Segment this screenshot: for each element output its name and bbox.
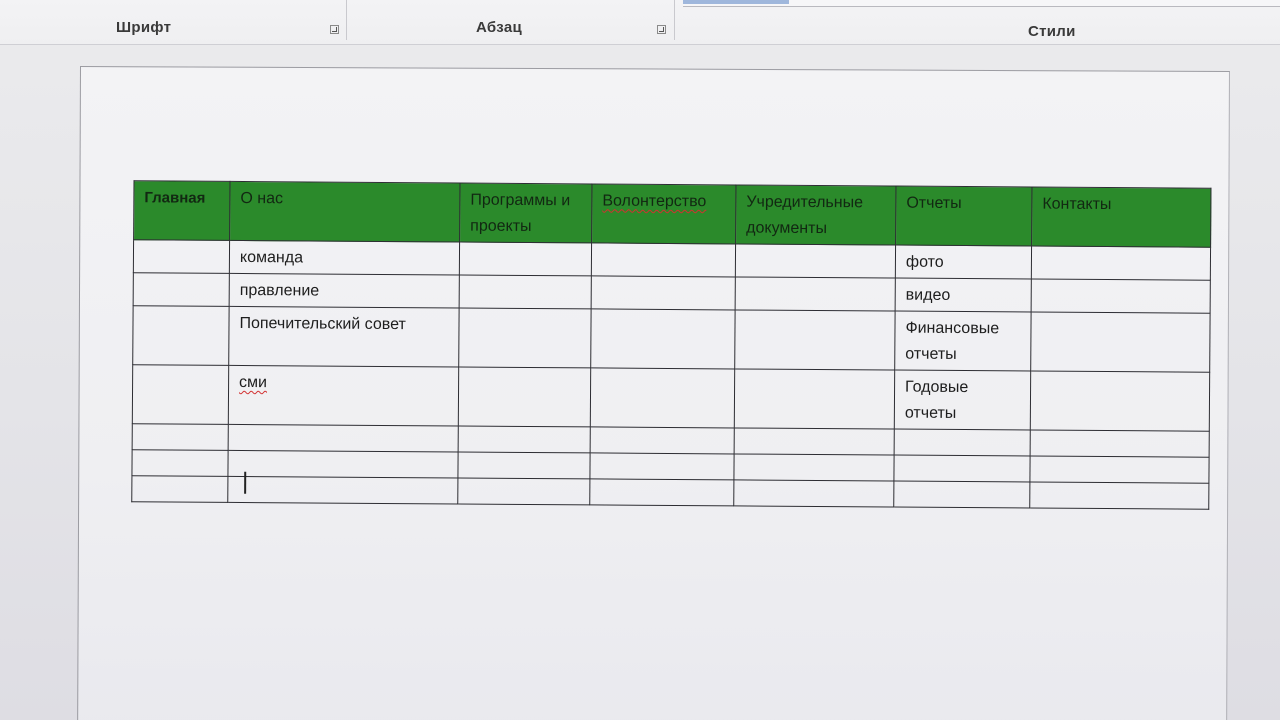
document-table[interactable]: Главная О нас Программы и проекты Волонт… bbox=[131, 180, 1211, 510]
document-page[interactable]: Главная О нас Программы и проекты Волонт… bbox=[77, 66, 1230, 720]
table-cell[interactable]: Попечительский совет bbox=[228, 306, 460, 368]
table-cell[interactable] bbox=[735, 276, 896, 312]
ribbon-group-paragraph-label: Абзац bbox=[476, 19, 523, 36]
table-cell[interactable] bbox=[1029, 456, 1210, 484]
table-cell[interactable] bbox=[132, 305, 230, 366]
table-cell[interactable]: Финансовые отчеты bbox=[894, 311, 1032, 372]
table-cell[interactable] bbox=[734, 368, 895, 430]
font-dialog-launcher-icon[interactable] bbox=[330, 25, 339, 34]
table-cell[interactable] bbox=[1031, 279, 1211, 314]
table-cell[interactable] bbox=[735, 243, 896, 279]
table-cell[interactable] bbox=[132, 364, 229, 425]
table-cell[interactable] bbox=[1031, 246, 1211, 281]
ribbon-group-styles-label: Стили bbox=[1028, 23, 1076, 40]
table-cell[interactable] bbox=[734, 309, 896, 371]
word-window: Шрифт Абзац Стили Главная О нас Программ… bbox=[0, 0, 1280, 720]
table-cell[interactable] bbox=[457, 478, 590, 505]
header-cell-volunteering[interactable]: Волонтерство bbox=[591, 183, 736, 244]
table-cell[interactable] bbox=[733, 479, 894, 508]
table-cell[interactable] bbox=[133, 272, 230, 307]
table-cell[interactable] bbox=[459, 242, 592, 276]
table-cell[interactable] bbox=[1030, 430, 1210, 458]
ribbon-group-font-label: Шрифт bbox=[116, 19, 172, 36]
header-volunteering-text: Волонтерство bbox=[602, 192, 707, 211]
table-cell[interactable] bbox=[458, 308, 592, 368]
table-cell[interactable] bbox=[893, 455, 1031, 482]
table-cell[interactable]: Годовые отчеты bbox=[894, 370, 1031, 431]
table-cell[interactable] bbox=[228, 424, 459, 453]
table-cell[interactable]: команда bbox=[229, 240, 460, 276]
table-cell[interactable] bbox=[589, 452, 735, 480]
table-cell[interactable] bbox=[459, 275, 592, 309]
table-cell[interactable] bbox=[1029, 482, 1209, 510]
ribbon: Шрифт Абзац Стили bbox=[0, 0, 1280, 45]
table-cell[interactable]: фото bbox=[895, 245, 1032, 280]
table-cell[interactable] bbox=[733, 453, 895, 482]
table-row: Попечительский совет Финансовые отчеты bbox=[132, 305, 1211, 373]
table-cell[interactable]: правление bbox=[229, 273, 460, 309]
ribbon-divider bbox=[674, 0, 675, 40]
table-cell[interactable] bbox=[131, 449, 229, 477]
table-cell[interactable] bbox=[894, 429, 1031, 457]
table-row: сми Годовые отчеты bbox=[132, 364, 1210, 432]
text-cursor bbox=[244, 471, 246, 494]
table-cell[interactable] bbox=[591, 275, 736, 310]
table-cell[interactable] bbox=[590, 367, 735, 428]
table-cell[interactable] bbox=[590, 426, 735, 454]
table-cell[interactable]: сми bbox=[228, 365, 459, 427]
table-cell-text-smi: сми bbox=[239, 373, 268, 392]
header-cell-contacts[interactable]: Контакты bbox=[1031, 187, 1211, 248]
table-cell[interactable] bbox=[133, 239, 230, 274]
header-cell-reports[interactable]: Отчеты bbox=[895, 186, 1032, 247]
table-cell[interactable] bbox=[457, 452, 591, 479]
table-cell[interactable] bbox=[1030, 371, 1210, 432]
table-cell[interactable] bbox=[734, 427, 895, 456]
table-cell[interactable] bbox=[132, 423, 229, 451]
header-cell-home[interactable]: Главная bbox=[133, 180, 230, 241]
header-cell-programs[interactable]: Программы и проекты bbox=[459, 183, 592, 243]
table-cell[interactable] bbox=[227, 450, 459, 479]
table-cell[interactable] bbox=[458, 426, 591, 453]
table-cell[interactable] bbox=[1030, 312, 1211, 373]
table-cell[interactable] bbox=[131, 475, 228, 503]
ribbon-divider bbox=[346, 0, 347, 40]
paragraph-dialog-launcher-icon[interactable] bbox=[657, 25, 666, 34]
header-cell-about[interactable]: О нас bbox=[229, 181, 460, 243]
table-cell[interactable] bbox=[589, 478, 734, 506]
table-cell[interactable]: видео bbox=[895, 278, 1032, 313]
styles-gallery-selected-style[interactable] bbox=[683, 0, 789, 4]
table-cell[interactable] bbox=[458, 367, 591, 427]
table-header-row: Главная О нас Программы и проекты Волонт… bbox=[133, 180, 1211, 248]
table-cell[interactable] bbox=[227, 476, 458, 505]
header-cell-documents[interactable]: Учредительные документы bbox=[735, 184, 896, 246]
table-cell[interactable] bbox=[591, 242, 736, 277]
table-cell[interactable] bbox=[893, 481, 1030, 508]
table-cell[interactable] bbox=[590, 308, 736, 369]
